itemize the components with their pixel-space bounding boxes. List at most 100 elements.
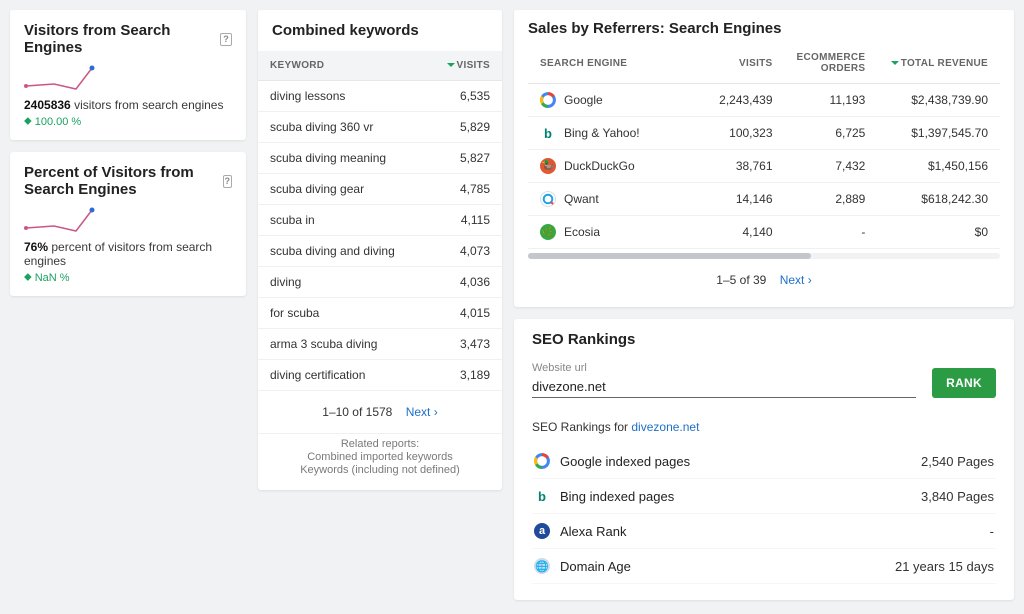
keywords-col-keyword[interactable]: Keyword <box>258 51 426 81</box>
arrow-up-icon: ⬥ <box>24 271 32 284</box>
visits-cell: 14,146 <box>707 183 784 216</box>
visits-cell: 100,323 <box>707 117 784 150</box>
table-row[interactable]: 🌿Ecosia4,140-$0 <box>528 216 1000 249</box>
referrers-col-engine[interactable]: Search Engine <box>528 43 707 84</box>
related-link-1[interactable]: Combined imported keywords <box>266 451 494 463</box>
orders-cell: 11,193 <box>785 84 878 117</box>
table-row[interactable]: scuba diving gear4,785 <box>258 174 502 205</box>
alexa-icon: a <box>534 523 550 539</box>
seo-row-label: Domain Age <box>560 559 631 574</box>
help-icon[interactable]: ? <box>220 33 232 46</box>
table-row[interactable]: 🦆DuckDuckGo38,7617,432$1,450,156 <box>528 150 1000 183</box>
qwant-icon <box>540 191 556 207</box>
visits-cell: 4,036 <box>426 267 502 298</box>
table-row[interactable]: Qwant14,1462,889$618,242.30 <box>528 183 1000 216</box>
seo-row-value: 21 years 15 days <box>895 559 994 574</box>
visitors-sparkline <box>24 62 232 94</box>
keywords-col-visits[interactable]: Visits <box>426 51 502 81</box>
visits-cell: 5,829 <box>426 112 502 143</box>
referrers-card: Sales by Referrers: Search Engines Searc… <box>514 10 1014 307</box>
seo-row-label: Alexa Rank <box>560 524 626 539</box>
seo-sub: SEO Rankings for divezone.net <box>532 420 996 434</box>
seo-url-label: Website url <box>532 362 916 374</box>
visits-cell: 38,761 <box>707 150 784 183</box>
related-title: Related reports: <box>266 438 494 450</box>
table-row[interactable]: for scuba4,015 <box>258 298 502 329</box>
horizontal-scrollbar[interactable] <box>528 253 1000 259</box>
visits-cell: 6,535 <box>426 81 502 112</box>
referrers-col-orders[interactable]: Ecommerce Orders <box>785 43 878 84</box>
rank-button[interactable]: RANK <box>932 368 996 398</box>
visits-cell: 4,015 <box>426 298 502 329</box>
list-item: Google indexed pages2,540 Pages <box>532 444 996 479</box>
table-row[interactable]: bBing & Yahoo!100,3236,725$1,397,545.70 <box>528 117 1000 150</box>
referrers-col-revenue[interactable]: Total Revenue <box>877 43 1000 84</box>
orders-cell: - <box>785 216 878 249</box>
orders-cell: 7,432 <box>785 150 878 183</box>
list-item: 🌐 Domain Age 21 years 15 days <box>532 549 996 584</box>
referrers-table: Search Engine Visits Ecommerce Orders To… <box>528 43 1000 249</box>
table-row[interactable]: scuba diving and diving4,073 <box>258 236 502 267</box>
visits-cell: 3,189 <box>426 360 502 391</box>
visitors-title: Visitors from Search Engines ? <box>24 22 232 56</box>
visits-cell: 4,140 <box>707 216 784 249</box>
related-link-2[interactable]: Keywords (including not defined) <box>266 464 494 476</box>
keyword-cell: scuba diving and diving <box>258 236 426 267</box>
keyword-cell: scuba in <box>258 205 426 236</box>
percent-stat: 76% percent of visitors from search engi… <box>24 240 232 268</box>
table-row[interactable]: arma 3 scuba diving3,473 <box>258 329 502 360</box>
seo-card: SEO Rankings Website url RANK SEO Rankin… <box>514 319 1014 600</box>
table-row[interactable]: scuba diving 360 vr5,829 <box>258 112 502 143</box>
revenue-cell: $618,242.30 <box>877 183 1000 216</box>
seo-row-value: 3,840 Pages <box>921 489 994 504</box>
visitors-stat-value: 2405836 <box>24 98 71 112</box>
visitors-title-text: Visitors from Search Engines <box>24 22 214 56</box>
help-icon[interactable]: ? <box>223 175 232 188</box>
globe-icon: 🌐 <box>534 558 550 574</box>
seo-list: Google indexed pages2,540 PagesbBing ind… <box>532 444 996 584</box>
duckduckgo-icon: 🦆 <box>540 158 556 174</box>
list-item: aAlexa Rank- <box>532 514 996 549</box>
percent-title-text: Percent of Visitors from Search Engines <box>24 164 217 198</box>
visits-cell: 4,073 <box>426 236 502 267</box>
referrers-title: Sales by Referrers: Search Engines <box>528 20 1000 37</box>
table-row[interactable]: Google2,243,43911,193$2,438,739.90 <box>528 84 1000 117</box>
percent-stat-value: 76% <box>24 240 48 254</box>
visitors-card: Visitors from Search Engines ? 2405836 v… <box>10 10 246 140</box>
keyword-cell: scuba diving gear <box>258 174 426 205</box>
visits-cell: 5,827 <box>426 143 502 174</box>
referrers-pager-label: 1–5 of 39 <box>716 273 766 287</box>
referrers-next[interactable]: Next › <box>780 273 812 287</box>
percent-card: Percent of Visitors from Search Engines … <box>10 152 246 296</box>
keywords-title: Combined keywords <box>258 10 502 45</box>
orders-cell: 2,889 <box>785 183 878 216</box>
visits-cell: 3,473 <box>426 329 502 360</box>
keywords-pager: 1–10 of 1578 Next › <box>258 391 502 433</box>
referrers-col-visits[interactable]: Visits <box>707 43 784 84</box>
keyword-cell: scuba diving meaning <box>258 143 426 174</box>
keywords-next[interactable]: Next › <box>406 405 438 419</box>
visitors-change-value: 100.00 % <box>35 116 81 128</box>
list-item: bBing indexed pages3,840 Pages <box>532 479 996 514</box>
percent-title: Percent of Visitors from Search Engines … <box>24 164 232 198</box>
seo-title: SEO Rankings <box>532 331 996 348</box>
visits-cell: 2,243,439 <box>707 84 784 117</box>
visits-cell: 4,785 <box>426 174 502 205</box>
visits-cell: 4,115 <box>426 205 502 236</box>
keyword-cell: diving <box>258 267 426 298</box>
seo-url-input[interactable] <box>532 376 916 398</box>
seo-row-label: Bing indexed pages <box>560 489 674 504</box>
percent-stat-label: percent of visitors from search engines <box>24 240 212 268</box>
revenue-cell: $1,397,545.70 <box>877 117 1000 150</box>
table-row[interactable]: scuba diving meaning5,827 <box>258 143 502 174</box>
visitors-change: ⬥ 100.00 % <box>24 115 232 128</box>
seo-sub-link[interactable]: divezone.net <box>631 420 699 434</box>
bing-icon: b <box>540 125 556 141</box>
keyword-cell: diving certification <box>258 360 426 391</box>
table-row[interactable]: scuba in4,115 <box>258 205 502 236</box>
table-row[interactable]: diving4,036 <box>258 267 502 298</box>
table-row[interactable]: diving certification3,189 <box>258 360 502 391</box>
seo-row-value: 2,540 Pages <box>921 454 994 469</box>
keyword-cell: diving lessons <box>258 81 426 112</box>
table-row[interactable]: diving lessons6,535 <box>258 81 502 112</box>
